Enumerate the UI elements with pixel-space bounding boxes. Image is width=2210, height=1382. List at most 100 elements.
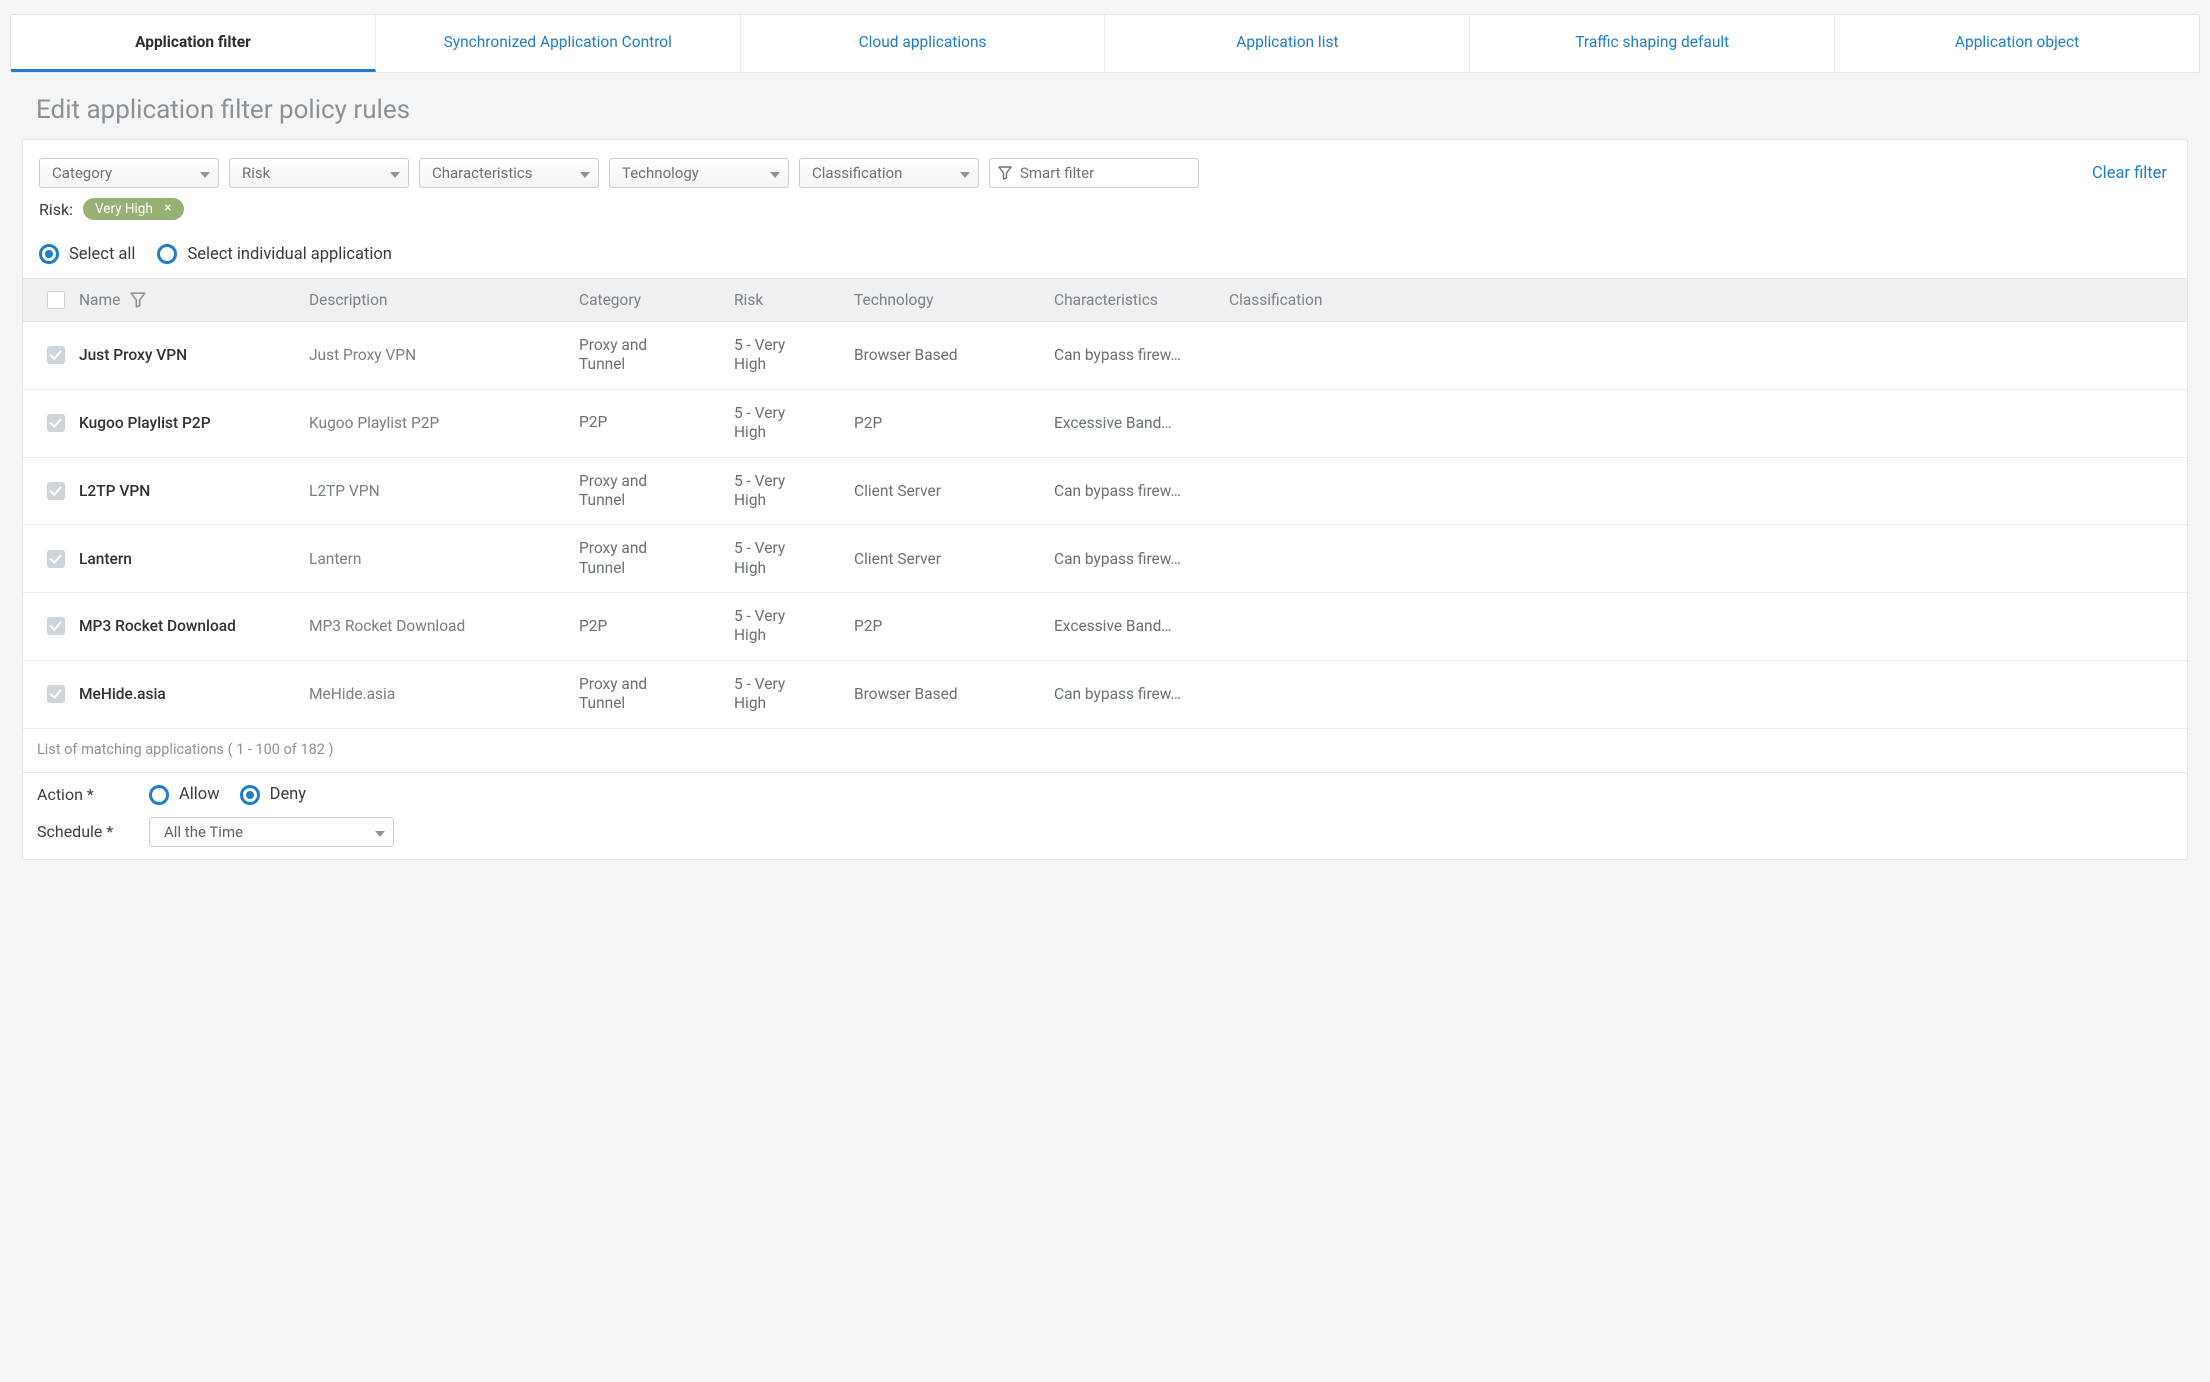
header-check[interactable] (33, 291, 79, 309)
header-classification[interactable]: Classification (1229, 291, 2177, 309)
table-row[interactable]: L2TP VPNL2TP VPNProxy andTunnel5 - VeryH… (23, 458, 2187, 526)
cell-technology: Browser Based (854, 346, 1054, 364)
header-category[interactable]: Category (579, 291, 734, 309)
header-risk[interactable]: Risk (734, 291, 854, 309)
chevron-down-icon (200, 164, 210, 182)
cell-name: L2TP VPN (79, 482, 309, 500)
row-check[interactable] (33, 482, 79, 500)
header-name[interactable]: Name (79, 291, 309, 309)
filter-chip-risk[interactable]: Very High × (83, 198, 184, 220)
cell-name: Kugoo Playlist P2P (79, 414, 309, 432)
chevron-down-icon (375, 823, 385, 841)
dropdown-label: Category (52, 164, 112, 182)
cell-risk: 5 - VeryHigh (734, 336, 854, 375)
tab-sync-app-control[interactable]: Synchronized Application Control (376, 15, 741, 72)
table-row[interactable]: Just Proxy VPNJust Proxy VPNProxy andTun… (23, 322, 2187, 390)
table-header: Name Description Category Risk Technolog… (23, 278, 2187, 322)
table-row[interactable]: MP3 Rocket DownloadMP3 Rocket DownloadP2… (23, 593, 2187, 661)
radio-select-all[interactable]: Select all (39, 244, 135, 264)
radio-icon (240, 785, 260, 805)
table-row[interactable]: LanternLanternProxy andTunnel5 - VeryHig… (23, 525, 2187, 593)
dropdown-characteristics[interactable]: Characteristics (419, 158, 599, 188)
cell-description: L2TP VPN (309, 482, 579, 500)
chevron-down-icon (770, 164, 780, 182)
tab-app-object[interactable]: Application object (1835, 15, 2199, 72)
cell-characteristics: Can bypass firew… (1054, 685, 1229, 703)
select-value: All the Time (164, 823, 243, 841)
tab-cloud-apps[interactable]: Cloud applications (741, 15, 1106, 72)
chevron-down-icon (390, 164, 400, 182)
cell-category: Proxy andTunnel (579, 539, 734, 578)
smart-filter-placeholder: Smart filter (1020, 164, 1094, 182)
filter-panel: Category Risk Characteristics Technology (22, 139, 2188, 860)
page-title: Edit application filter policy rules (36, 95, 2200, 125)
radio-icon (157, 244, 177, 264)
dropdown-risk[interactable]: Risk (229, 158, 409, 188)
cell-characteristics: Can bypass firew… (1054, 482, 1229, 500)
cell-description: MP3 Rocket Download (309, 617, 579, 635)
chevron-down-icon (580, 164, 590, 182)
chevron-down-icon (960, 164, 970, 182)
cell-name: MP3 Rocket Download (79, 617, 309, 635)
checkbox-icon (47, 346, 65, 364)
cell-description: Kugoo Playlist P2P (309, 414, 579, 432)
checkbox-icon (47, 291, 65, 309)
cell-technology: Client Server (854, 550, 1054, 568)
radio-action-allow[interactable]: Allow (149, 785, 220, 805)
cell-description: Lantern (309, 550, 579, 568)
cell-risk: 5 - VeryHigh (734, 472, 854, 511)
cell-technology: Client Server (854, 482, 1054, 500)
filter-icon (998, 166, 1012, 180)
form-action-row: Action * Allow Deny (23, 773, 2187, 817)
tab-app-filter[interactable]: Application filter (11, 15, 376, 72)
smart-filter-input[interactable]: Smart filter (989, 158, 1199, 188)
cell-risk: 5 - VeryHigh (734, 539, 854, 578)
radio-action-deny[interactable]: Deny (240, 785, 307, 805)
tab-app-list[interactable]: Application list (1105, 15, 1470, 72)
filter-icon[interactable] (130, 292, 146, 308)
dropdown-category[interactable]: Category (39, 158, 219, 188)
cell-characteristics: Can bypass firew… (1054, 346, 1229, 364)
radio-label: Allow (179, 785, 220, 804)
cell-description: MeHide.asia (309, 685, 579, 703)
clear-filter-link[interactable]: Clear filter (2092, 164, 2171, 183)
radio-icon (149, 785, 169, 805)
table-body: Just Proxy VPNJust Proxy VPNProxy andTun… (23, 322, 2187, 729)
cell-risk: 5 - VeryHigh (734, 404, 854, 443)
table-row[interactable]: MeHide.asiaMeHide.asiaProxy andTunnel5 -… (23, 661, 2187, 729)
tab-traffic-shaping[interactable]: Traffic shaping default (1470, 15, 1835, 72)
cell-category: Proxy andTunnel (579, 336, 734, 375)
cell-category: P2P (579, 413, 734, 432)
dropdown-classification[interactable]: Classification (799, 158, 979, 188)
cell-risk: 5 - VeryHigh (734, 675, 854, 714)
row-check[interactable] (33, 685, 79, 703)
cell-name: Just Proxy VPN (79, 346, 309, 364)
radio-select-individual[interactable]: Select individual application (157, 244, 391, 264)
form-schedule-row: Schedule * All the Time (23, 817, 2187, 859)
selection-mode-row: Select all Select individual application (23, 230, 2187, 278)
header-technology[interactable]: Technology (854, 291, 1054, 309)
row-check[interactable] (33, 617, 79, 635)
active-filters: Risk: Very High × (23, 196, 2187, 230)
row-check[interactable] (33, 550, 79, 568)
row-check[interactable] (33, 346, 79, 364)
header-description[interactable]: Description (309, 291, 579, 309)
checkbox-icon (47, 482, 65, 500)
header-characteristics[interactable]: Characteristics (1054, 291, 1229, 309)
list-footer: List of matching applications ( 1 - 100 … (23, 729, 2187, 773)
dropdown-technology[interactable]: Technology (609, 158, 789, 188)
cell-name: Lantern (79, 550, 309, 568)
dropdown-label: Characteristics (432, 164, 532, 182)
cell-characteristics: Can bypass firew… (1054, 550, 1229, 568)
cell-description: Just Proxy VPN (309, 346, 579, 364)
label-schedule: Schedule * (37, 822, 129, 841)
row-check[interactable] (33, 414, 79, 432)
cell-risk: 5 - VeryHigh (734, 607, 854, 646)
cell-category: Proxy andTunnel (579, 472, 734, 511)
remove-chip-icon[interactable]: × (161, 202, 175, 216)
radio-label: Deny (270, 785, 307, 804)
table-row[interactable]: Kugoo Playlist P2PKugoo Playlist P2PP2P5… (23, 390, 2187, 458)
cell-technology: Browser Based (854, 685, 1054, 703)
select-schedule[interactable]: All the Time (149, 817, 394, 847)
cell-category: P2P (579, 617, 734, 636)
